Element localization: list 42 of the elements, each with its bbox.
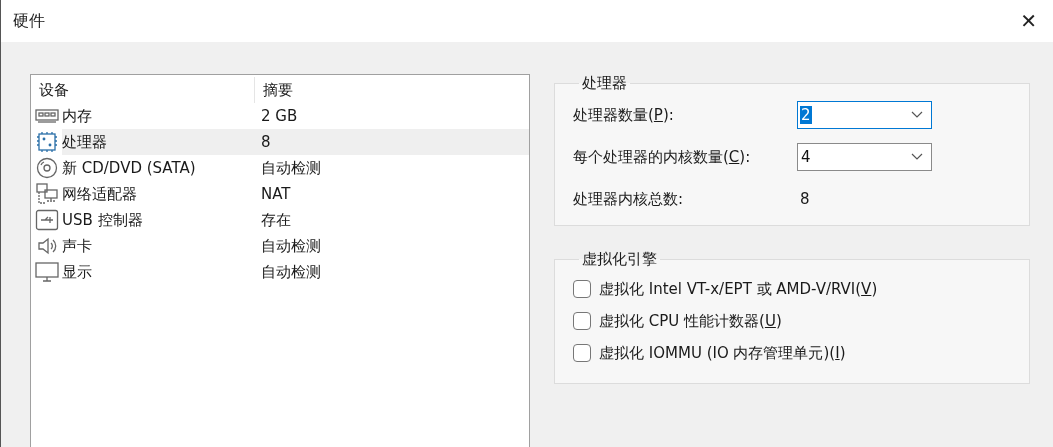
- device-summary: 2 GB: [260, 106, 299, 127]
- chevron-down-icon: [911, 111, 923, 119]
- device-name[interactable]: 网络适配器: [62, 181, 255, 207]
- close-button[interactable]: ✕: [1016, 7, 1041, 35]
- checkbox[interactable]: [573, 280, 591, 298]
- dropdown[interactable]: 2: [797, 101, 932, 129]
- field-value: 8: [799, 190, 811, 208]
- device-name[interactable]: USB 控制器: [62, 207, 255, 233]
- checkbox[interactable]: [573, 344, 591, 362]
- checkbox-label: 虚拟化 Intel VT-x/EPT 或 AMD-V/RVI(V): [599, 279, 878, 299]
- chip-icon: [35, 131, 59, 153]
- window-title: 硬件: [13, 10, 45, 32]
- device-summary: 自动检测: [260, 261, 322, 283]
- group-title: 处理器: [581, 74, 628, 93]
- device-name[interactable]: 声卡: [62, 233, 255, 259]
- checkbox[interactable]: [573, 312, 591, 330]
- network-icon: [35, 183, 59, 205]
- dropdown-value: 4: [800, 148, 812, 166]
- monitor-icon: [35, 261, 59, 283]
- disc-icon: [35, 157, 59, 179]
- device-name[interactable]: 处理器: [62, 129, 255, 155]
- column-header[interactable]: 摘要: [255, 77, 529, 103]
- speaker-icon: [35, 235, 59, 257]
- chevron-down-icon: [911, 153, 923, 161]
- field-label: 处理器内核总数:: [573, 189, 685, 209]
- checkbox-label: 虚拟化 CPU 性能计数器(U): [599, 311, 782, 331]
- field-label: 每个处理器的内核数量(C):: [573, 147, 752, 167]
- column-header[interactable]: 设备: [31, 77, 255, 103]
- group-title: 虚拟化引擎: [581, 250, 658, 269]
- device-name[interactable]: 新 CD/DVD (SATA): [62, 155, 255, 181]
- device-name[interactable]: 显示: [62, 259, 255, 285]
- checkbox-label: 虚拟化 IOMMU (IO 内存管理单元)(I): [599, 343, 846, 363]
- device-summary: 自动检测: [260, 235, 322, 257]
- device-summary: 存在: [260, 209, 292, 231]
- usb-icon: [35, 209, 59, 231]
- device-summary: 8: [255, 129, 529, 155]
- device-summary: 自动检测: [260, 157, 322, 179]
- dropdown[interactable]: 4: [797, 143, 932, 171]
- field-label: 处理器数量(P):: [573, 105, 675, 125]
- dropdown-value: 2: [800, 106, 812, 124]
- device-summary: NAT: [260, 184, 292, 205]
- device-name[interactable]: 内存: [62, 103, 255, 129]
